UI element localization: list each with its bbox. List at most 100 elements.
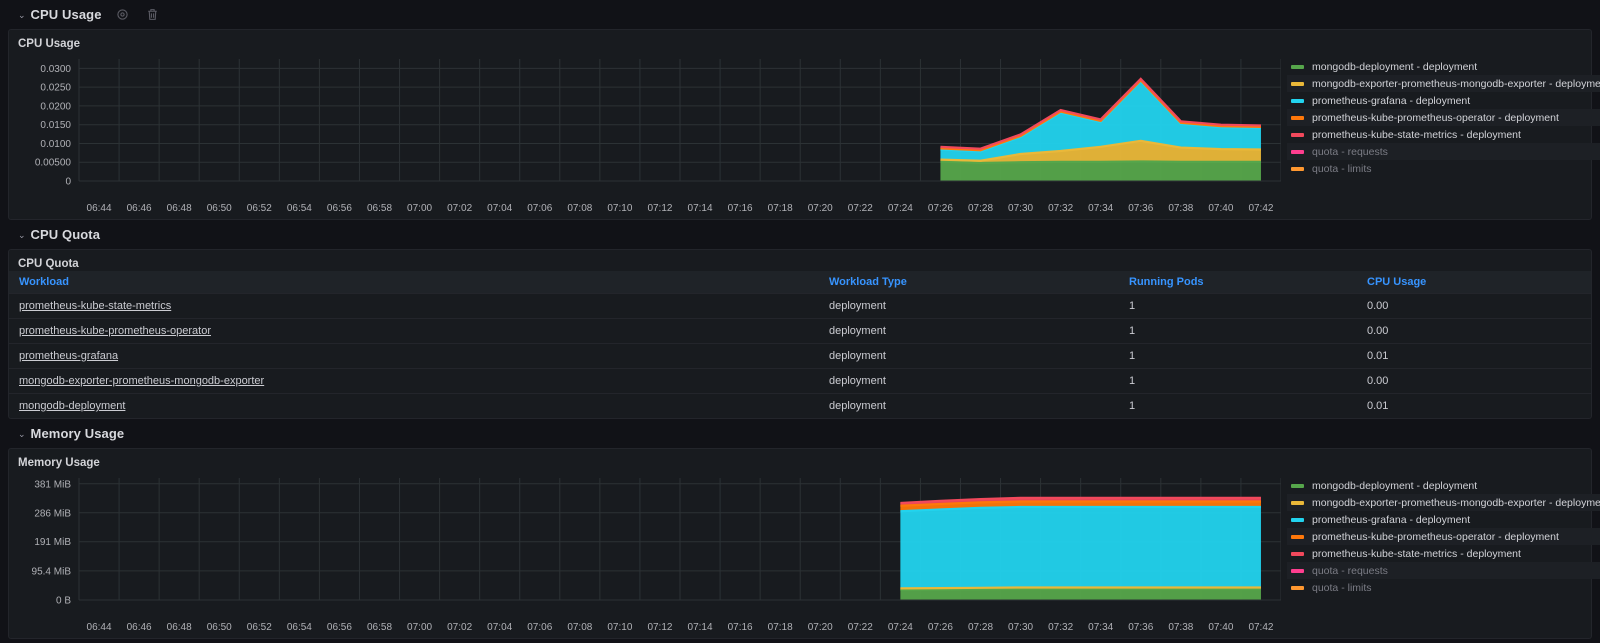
- x-axis-tick-label: 06:54: [286, 203, 312, 214]
- legend-item[interactable]: prometheus-kube-state-metrics - deployme…: [1287, 545, 1600, 562]
- xaxis-cpu-usage: 06:44 06:46 06:48 06:50 06:52 06:54 06:56 06:58…: [9, 203, 1591, 219]
- legend-color-swatch: [1291, 534, 1304, 539]
- table-header-cpu-usage[interactable]: CPU Usage: [1357, 271, 1591, 294]
- cell-cpu-usage: 0.00: [1357, 293, 1591, 319]
- cell-running-pods: 1: [1119, 293, 1357, 319]
- legend-memory-usage: mongodb-deployment - deployment mongodb-e…: [1281, 470, 1600, 622]
- plot-area-cpu-usage[interactable]: 0.0300 0.0250 0.0200 0.0150 0.0100 0.00500 0: [9, 51, 1281, 203]
- gear-icon[interactable]: [116, 8, 129, 21]
- svg-text:286 MiB: 286 MiB: [34, 508, 71, 519]
- cell-workload: mongodb-exporter-prometheus-mongodb-expo…: [9, 368, 819, 394]
- workload-link[interactable]: prometheus-kube-state-metrics: [19, 300, 171, 312]
- legend-color-swatch: [1291, 98, 1304, 103]
- legend-item[interactable]: prometheus-kube-state-metrics - deployme…: [1287, 126, 1600, 143]
- workload-link[interactable]: mongodb-exporter-prometheus-mongodb-expo…: [19, 375, 264, 387]
- legend-color-swatch: [1291, 585, 1304, 590]
- x-axis-tick-label: 06:58: [366, 203, 393, 214]
- cell-cpu-usage: 0.01: [1367, 400, 1389, 412]
- legend-item[interactable]: prometheus-kube-prometheus-operator - de…: [1287, 109, 1600, 126]
- legend-item[interactable]: quota - limits: [1287, 579, 1600, 596]
- cell-cpu-usage: 0.00: [1357, 368, 1591, 394]
- x-axis-tick-label: 07:24: [887, 203, 913, 214]
- cell-running-pods: 1: [1119, 368, 1357, 394]
- x-axis-tick-label: 07:10: [607, 622, 633, 633]
- row-actions: [116, 8, 159, 21]
- cell-workload: prometheus-kube-state-metrics: [9, 293, 819, 319]
- workload-link[interactable]: prometheus-grafana: [19, 350, 118, 362]
- x-axis-tick-label: 06:46: [126, 622, 152, 633]
- row-header-cpu-usage[interactable]: ⌄ CPU Usage: [8, 2, 1592, 26]
- legend-item-label: prometheus-kube-prometheus-operator - de…: [1312, 111, 1559, 124]
- row-title-cpu-usage: CPU Usage: [30, 6, 102, 22]
- row-header-cpu-quota[interactable]: ⌄ CPU Quota: [8, 222, 1592, 246]
- chevron-down-icon: ⌄: [18, 9, 26, 20]
- legend-item[interactable]: quota - requests: [1287, 143, 1600, 160]
- legend-color-swatch: [1291, 64, 1304, 69]
- svg-text:0: 0: [65, 177, 71, 188]
- svg-text:0.00500: 0.00500: [35, 158, 72, 169]
- x-axis-tick-label: 07:26: [927, 622, 953, 633]
- x-axis-tick-label: 07:12: [647, 203, 673, 214]
- table-header-running-pods[interactable]: Running Pods: [1119, 271, 1357, 294]
- x-axis-tick-label: 06:48: [166, 203, 192, 214]
- x-axis-tick-label: 07:22: [847, 203, 873, 214]
- x-axis-tick-label: 07:40: [1208, 622, 1234, 633]
- legend-item[interactable]: prometheus-grafana - deployment: [1287, 92, 1600, 109]
- legend-item-label: quota - requests: [1312, 145, 1388, 158]
- legend-item[interactable]: mongodb-exporter-prometheus-mongodb-expo…: [1287, 75, 1600, 92]
- trash-icon[interactable]: [146, 8, 159, 21]
- svg-text:95.4 MiB: 95.4 MiB: [32, 566, 72, 577]
- legend-item[interactable]: prometheus-kube-prometheus-operator - de…: [1287, 528, 1600, 545]
- x-axis-tick-label: 07:34: [1088, 203, 1114, 214]
- workload-link[interactable]: prometheus-kube-prometheus-operator: [19, 325, 211, 337]
- legend-item[interactable]: mongodb-exporter-prometheus-mongodb-expo…: [1287, 494, 1600, 511]
- x-axis-tick-label: 07:16: [727, 622, 753, 633]
- row-header-memory-usage[interactable]: ⌄ Memory Usage: [8, 421, 1592, 445]
- cell-workload-type: deployment: [819, 318, 1119, 344]
- legend-item[interactable]: mongodb-deployment - deployment: [1287, 58, 1600, 75]
- x-axis-tick-label: 07:30: [1008, 622, 1034, 633]
- table-row: prometheus-grafana deployment 1 0.01: [9, 343, 1591, 369]
- chevron-down-icon: ⌄: [18, 229, 26, 240]
- legend-item[interactable]: quota - requests: [1287, 562, 1600, 579]
- x-axis-tick-label: 06:44: [86, 622, 112, 633]
- legend-item[interactable]: quota - limits: [1287, 160, 1600, 177]
- x-axis-tick-label: 06:52: [246, 203, 272, 214]
- x-axis-tick-label: 07:26: [927, 203, 953, 214]
- table-header-workload[interactable]: Workload: [9, 271, 819, 294]
- x-axis-tick-label: 07:28: [967, 622, 994, 633]
- cell-running-pods: 1: [1129, 400, 1136, 412]
- legend-color-swatch: [1291, 500, 1304, 505]
- x-axis-tick-label: 06:54: [286, 622, 312, 633]
- cell-cpu-usage: 0.00: [1357, 318, 1591, 344]
- x-axis-tick-label: 07:28: [967, 203, 994, 214]
- row-title-cpu-quota: CPU Quota: [30, 226, 101, 242]
- x-axis-tick-label: 07:22: [847, 622, 873, 633]
- legend-color-swatch: [1291, 81, 1304, 86]
- x-axis-tick-label: 07:32: [1048, 203, 1074, 214]
- plot-area-memory-usage[interactable]: 381 MiB 286 MiB 191 MiB 95.4 MiB 0 B: [9, 470, 1281, 622]
- table-header-workload-type[interactable]: Workload Type: [819, 271, 1119, 294]
- x-axis-tick-label: 06:58: [366, 622, 393, 633]
- x-axis-tick-label: 07:40: [1208, 203, 1234, 214]
- x-axis-tick-label: 07:30: [1008, 203, 1034, 214]
- svg-text:0.0200: 0.0200: [40, 101, 71, 112]
- workload-link[interactable]: mongodb-deployment: [19, 400, 125, 412]
- legend-item[interactable]: prometheus-grafana - deployment: [1287, 511, 1600, 528]
- x-axis-tick-label: 07:32: [1048, 622, 1074, 633]
- legend-item-label: mongodb-deployment - deployment: [1312, 479, 1478, 492]
- x-axis-tick-label: 07:06: [527, 203, 553, 214]
- x-axis-tick-label: 07:00: [407, 622, 433, 633]
- legend-item-label: prometheus-kube-state-metrics - deployme…: [1312, 128, 1521, 141]
- x-axis-tick-label: 07:04: [487, 203, 513, 214]
- chevron-down-icon: ⌄: [18, 428, 26, 439]
- legend-color-swatch: [1291, 132, 1304, 137]
- cell-workload-type: deployment: [829, 400, 886, 412]
- graph-cpu-usage: 0.0300 0.0250 0.0200 0.0150 0.0100 0.00500 0 m…: [9, 51, 1600, 203]
- legend-item-label: mongodb-exporter-prometheus-mongodb-expo…: [1312, 496, 1600, 509]
- table-row: prometheus-kube-state-metrics deployment 1…: [9, 293, 1591, 319]
- cell-workload: prometheus-kube-prometheus-operator: [9, 318, 819, 344]
- legend-color-swatch: [1291, 115, 1304, 120]
- legend-color-swatch: [1291, 551, 1304, 556]
- legend-item[interactable]: mongodb-deployment - deployment: [1287, 477, 1600, 494]
